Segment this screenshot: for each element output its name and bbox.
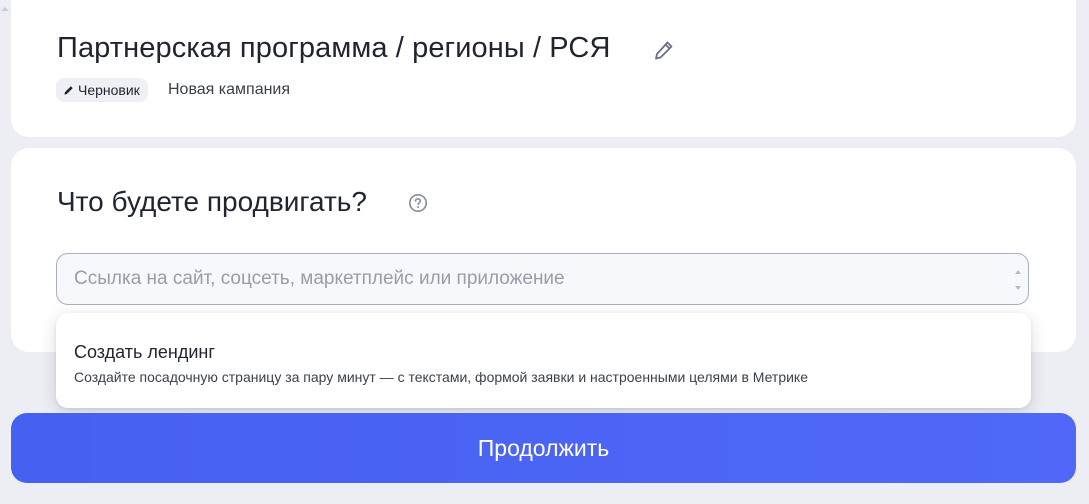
suggestion-description: Создайте посадочную страницу за пару мин… — [74, 369, 808, 385]
url-input[interactable] — [57, 254, 997, 304]
url-field — [56, 253, 1029, 305]
status-badge: Черновик — [56, 78, 148, 102]
pencil-small-icon — [64, 85, 73, 95]
pencil-icon[interactable] — [652, 38, 676, 62]
url-input-spinner — [1012, 266, 1024, 294]
campaign-title: Партнерская программа / регионы / РСЯ — [57, 32, 611, 64]
spinner-down-icon[interactable] — [1012, 282, 1024, 294]
suggestion-title: Создать лендинг — [74, 342, 215, 362]
suggestion-create-landing[interactable]: Создать лендинг Создайте посадочную стра… — [56, 313, 1031, 408]
campaign-name: Новая кампания — [168, 81, 291, 98]
campaign-header-card: Партнерская программа / регионы / РСЯ Че… — [11, 0, 1076, 137]
question-circle-icon[interactable] — [408, 193, 428, 213]
continue-button[interactable]: Продолжить — [11, 413, 1076, 483]
spinner-up-icon[interactable] — [1012, 266, 1024, 278]
scroll-up-arrow-icon[interactable] — [0, 0, 10, 11]
section-title: Что будете продвигать? — [57, 186, 367, 217]
status-badge-label: Черновик — [78, 82, 140, 98]
suggestion-dropdown: Создать лендинг Создайте посадочную стра… — [56, 313, 1031, 408]
